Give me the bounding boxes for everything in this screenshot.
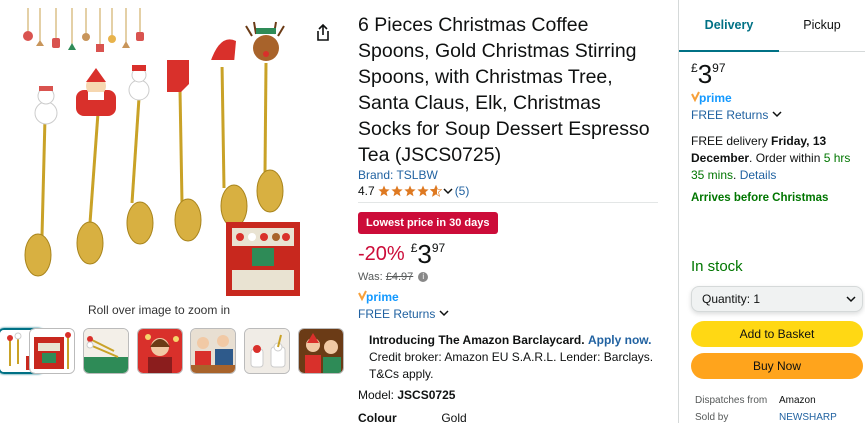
quantity-select[interactable]: Quantity: 1 [691, 286, 863, 312]
free-returns-label: FREE Returns [691, 108, 769, 122]
spoon-reindeer [245, 21, 285, 213]
price-whole: 3 [697, 59, 713, 89]
sold-by-label: Sold by [695, 412, 729, 423]
brand-link[interactable]: Brand: TSLBW [358, 168, 438, 182]
divider [358, 202, 658, 203]
barclay-text: Credit broker: Amazon EU S.A.R.L. Lender… [369, 350, 654, 381]
star-full-icon [417, 185, 429, 197]
dispatches-from-value: Amazon [779, 395, 816, 406]
chevron-down-icon [772, 111, 782, 118]
star-full-icon [404, 185, 416, 197]
model-label: Model: [358, 388, 395, 402]
zoom-hint: Roll over image to zoom in [87, 303, 231, 317]
free-returns-link[interactable]: FREE Returns [691, 108, 782, 122]
free-returns-label: FREE Returns [358, 307, 436, 321]
share-icon[interactable] [312, 22, 334, 44]
star-half-icon [429, 185, 442, 197]
thumbnail-product-box[interactable] [29, 328, 75, 374]
thumbnail-dessert-cups[interactable] [244, 328, 290, 374]
thumbnail-family-christmas[interactable] [298, 328, 344, 374]
spoon-snowman [24, 86, 58, 277]
rating-value: 4.7 [358, 184, 375, 198]
spoon-santa-hat [208, 39, 248, 228]
review-count-link[interactable]: (5) [455, 184, 470, 198]
barclaycard-offer: Introducing The Amazon Barclaycard. Appl… [369, 332, 654, 383]
hanging-ornaments [23, 8, 144, 52]
spoon-santa [76, 68, 116, 265]
product-box-thumbnail-icon [30, 329, 74, 373]
price-fraction: 97 [431, 241, 446, 255]
price-fraction: 97 [712, 61, 726, 75]
star-full-icon [391, 185, 403, 197]
woman-with-cup-thumbnail-icon [138, 329, 182, 373]
add-to-basket-button[interactable]: Add to Basket [691, 321, 863, 347]
deal-badge: Lowest price in 30 days [358, 212, 498, 234]
thumbnail-woman-with-cup[interactable] [137, 328, 183, 374]
price-row: -20% £ 3 97 [358, 240, 445, 268]
barclay-title: Introducing The Amazon Barclaycard. [369, 333, 585, 347]
model-value: JSCS0725 [397, 388, 456, 402]
prime-logo-icon: prime [358, 290, 399, 304]
delivery-message: FREE delivery Friday, 13 December. Order… [691, 134, 851, 182]
chevron-down-icon [846, 296, 856, 303]
prime-label: prime [699, 91, 732, 105]
quantity-value: 1 [753, 292, 761, 306]
dessert-cups-thumbnail-icon [245, 329, 289, 373]
product-gallery: Roll over image to zoom in [0, 0, 350, 423]
prime-logo-icon: prime [691, 91, 732, 105]
product-details: 6 Pieces Christmas Coffee Spoons, Gold C… [358, 0, 660, 425]
quantity-label: Quantity: [702, 292, 751, 306]
thumbnail-party-table[interactable] [190, 328, 236, 374]
family-christmas-thumbnail-icon [299, 329, 343, 373]
sold-by-link[interactable]: NEWSHARP [779, 412, 837, 423]
tab-pickup[interactable]: Pickup [779, 14, 865, 52]
prime-label: prime [366, 290, 399, 304]
chevron-down-icon [443, 188, 453, 195]
discount-percent: -20% [358, 243, 405, 265]
arrives-before-christmas: Arrives before Christmas [691, 192, 829, 204]
spoon-christmas-sock [167, 52, 202, 242]
thumbnail-spoons-on-tray[interactable] [83, 328, 129, 374]
buy-box: Delivery Pickup £ 3 97 prime FREE Return… [678, 0, 865, 423]
price-whole: 3 [417, 239, 432, 269]
price-currency: £ [410, 241, 418, 255]
info-icon[interactable]: i [418, 272, 429, 283]
stock-status: In stock [691, 258, 743, 275]
gift-box-inset [226, 222, 300, 296]
price-currency: £ [691, 61, 698, 75]
model-row: Model: JSCS0725 [358, 388, 455, 402]
rating-row[interactable]: 4.7 (5) [358, 184, 469, 198]
dispatches-from-label: Dispatches from [695, 395, 768, 406]
free-returns-link[interactable]: FREE Returns [358, 307, 449, 321]
spoon-snowman-hat [126, 65, 154, 245]
main-product-image[interactable] [12, 8, 312, 300]
order-within: . Order within [749, 151, 821, 165]
was-price-row: Was: £4.97 i [358, 271, 429, 283]
spoons-on-tray-thumbnail-icon [84, 329, 128, 373]
was-price: £4.97 [385, 271, 414, 283]
party-table-thumbnail-icon [191, 329, 235, 373]
star-full-icon [378, 185, 390, 197]
buy-now-button[interactable]: Buy Now [691, 353, 863, 379]
delivery-details-link[interactable]: Details [740, 168, 777, 182]
tab-delivery[interactable]: Delivery [679, 14, 779, 52]
product-title: 6 Pieces Christmas Coffee Spoons, Gold C… [358, 14, 650, 166]
buybox-price: £ 3 97 [691, 60, 726, 88]
apply-now-link[interactable]: Apply now. [588, 333, 652, 347]
chevron-down-icon [439, 310, 449, 317]
delivery-prefix: FREE delivery [691, 134, 768, 148]
was-label: Was: [358, 271, 383, 283]
